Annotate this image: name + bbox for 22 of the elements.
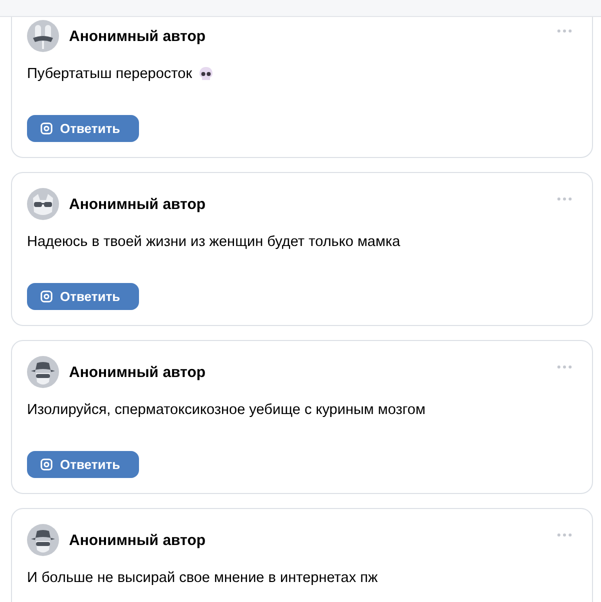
camera-icon — [40, 122, 53, 135]
post-text: Изолируйся, сперматоксикозное уебище с куриным мозгом — [27, 402, 426, 418]
more-icon[interactable] — [557, 29, 572, 33]
more-icon[interactable] — [557, 533, 572, 537]
avatar-icon — [27, 524, 59, 556]
author-name: Анонимный автор — [69, 532, 206, 548]
post-text: И больше не высирай свое мнение в интернетах пж — [27, 570, 378, 586]
reply-button[interactable]: Ответить — [27, 283, 139, 310]
reply-button[interactable]: Ответить — [27, 451, 139, 478]
post-text: Надеюсь в твоей жизни из женщин будет только мамка — [27, 234, 400, 250]
avatar-icon — [27, 356, 59, 388]
camera-icon — [40, 290, 53, 303]
post-text: Пубертатыш переросток — [27, 66, 192, 82]
author-name: Анонимный автор — [69, 196, 206, 212]
author-name: Анонимный автор — [69, 364, 206, 380]
more-icon[interactable] — [557, 365, 572, 369]
avatar-icon — [27, 20, 59, 52]
avatar-icon — [27, 188, 59, 220]
author-name: Анонимный автор — [69, 28, 206, 44]
camera-icon — [40, 458, 53, 471]
reply-button[interactable]: Ответить — [27, 115, 139, 142]
more-icon[interactable] — [557, 197, 572, 201]
